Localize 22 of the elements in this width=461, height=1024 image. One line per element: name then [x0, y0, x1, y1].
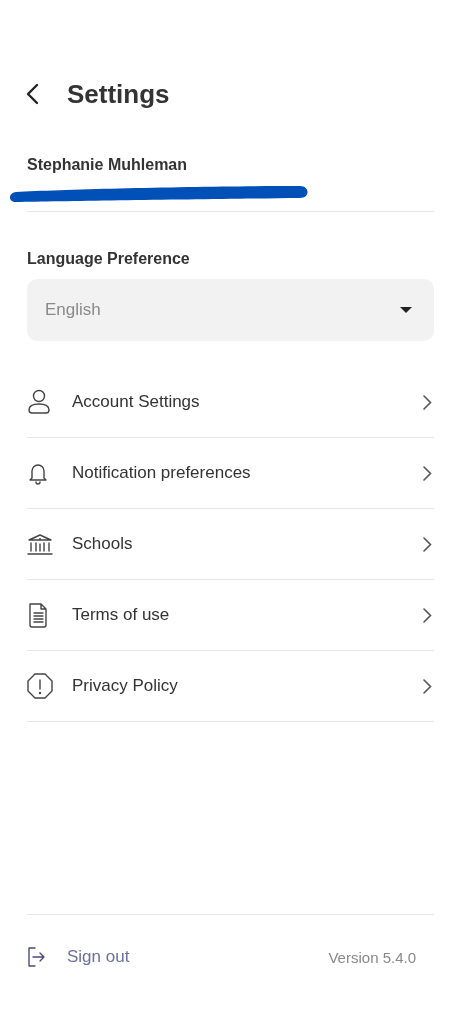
- document-icon: [27, 602, 49, 628]
- page-title: Settings: [67, 78, 170, 110]
- language-label: Language Preference: [27, 250, 191, 268]
- sign-out-icon: [27, 947, 45, 967]
- chevron-icon: [423, 465, 432, 481]
- profile-name: Stephanie Muhleman: [27, 156, 189, 174]
- menu-item[interactable]: Schools: [27, 509, 434, 580]
- sign-out-button[interactable]: Sign out: [27, 947, 130, 967]
- version-label: Version 5.4.0: [328, 948, 416, 966]
- alert-icon: [27, 673, 53, 699]
- bell-icon: [27, 461, 49, 485]
- chevron-icon: [423, 607, 432, 623]
- chevron-icon: [423, 678, 432, 694]
- menu-item[interactable]: Account Settings: [27, 367, 434, 438]
- menu-item[interactable]: Notification preferences: [27, 438, 434, 509]
- menu-item[interactable]: Terms of use: [27, 580, 434, 651]
- chevron-icon: [423, 394, 432, 410]
- caret-icon: [400, 307, 412, 313]
- person-icon: [27, 389, 51, 415]
- chevron-icon: [423, 536, 432, 552]
- menu-item[interactable]: Privacy Policy: [27, 651, 434, 722]
- building-icon: [27, 533, 53, 555]
